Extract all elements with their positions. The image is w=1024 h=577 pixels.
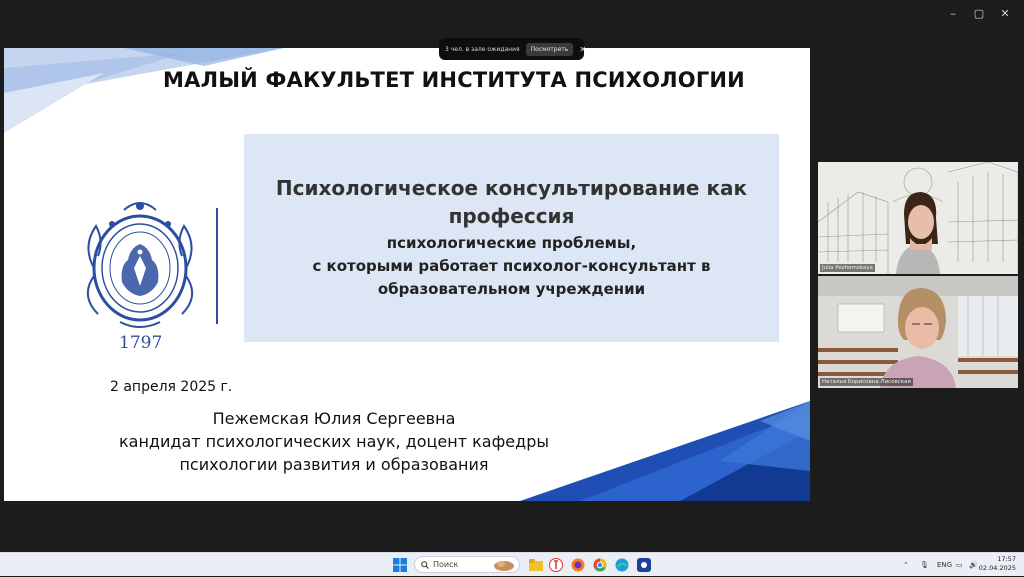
view-waiting-room-button[interactable]: Посмотреть: [525, 42, 574, 56]
author-block: Пежемская Юлия Сергеевна кандидат психол…: [104, 407, 564, 476]
chrome-icon[interactable]: [591, 556, 609, 574]
window-controls: – ▢ ✕: [942, 4, 1016, 22]
search-icon: [421, 560, 429, 569]
topic-title-line1: Психологическое консультирование как: [275, 176, 748, 200]
participant-1-name: Julia Pezhemskaya: [820, 264, 875, 272]
author-title-line1: кандидат психологических наук, доцент ка…: [119, 432, 549, 451]
edge-icon[interactable]: [613, 556, 631, 574]
author-title-line2: психологии развития и образования: [179, 455, 489, 474]
tray-expand-icon[interactable]: ⌃: [903, 553, 909, 577]
presentation-date: 2 апреля 2025 г.: [110, 379, 233, 395]
divider-line: [216, 208, 218, 324]
yandex-browser-icon[interactable]: [547, 556, 565, 574]
slide-title: МАЛЫЙ ФАКУЛЬТЕТ ИНСТИТУТА ПСИХОЛОГИИ: [163, 68, 745, 92]
clock-date: 02.04.2025: [978, 564, 1016, 572]
network-icon[interactable]: ▭: [956, 553, 963, 577]
participant-2-name: Наталья Борисовна Лисовская: [820, 378, 913, 386]
windows-taskbar: Поиск ⌃ 🎙 ENG ▭ 🔊 17:57 02.04.2025: [0, 552, 1024, 576]
topic-title-line2: профессия: [448, 204, 575, 228]
topic-box: Психологическое консультирование как про…: [244, 134, 779, 342]
minimize-button[interactable]: –: [942, 4, 964, 22]
app-icon[interactable]: [635, 556, 653, 574]
close-window-button[interactable]: ✕: [994, 4, 1016, 22]
topic-subtitle-line3: образовательном учреждении: [377, 280, 646, 298]
clock-time: 17:57: [997, 555, 1016, 563]
crest-year: 1797: [119, 333, 163, 353]
topic-subtitle-line1: психологические проблемы,: [386, 234, 637, 252]
language-indicator[interactable]: ENG: [937, 553, 952, 577]
participant-video-1[interactable]: Julia Pezhemskaya: [818, 162, 1018, 274]
waiting-room-text: 3 чел. в зале ожидания: [445, 45, 520, 53]
decorative-triangles-top: [4, 48, 284, 133]
topic-subtitle: психологические проблемы, с которыми раб…: [244, 232, 779, 301]
search-placeholder: Поиск: [433, 560, 459, 569]
meeting-window: – ▢ ✕ 3 чел. в зале ожидания Посмотреть …: [0, 0, 1024, 552]
topic-subtitle-line2: с которыми работает психолог-консультант…: [312, 257, 711, 275]
participant-video-2[interactable]: Наталья Борисовна Лисовская: [818, 276, 1018, 388]
volume-icon[interactable]: 🔊: [969, 553, 978, 577]
firefox-icon[interactable]: [569, 556, 587, 574]
windows-start-icon[interactable]: [391, 556, 409, 574]
maximize-button[interactable]: ▢: [968, 4, 990, 22]
file-explorer-icon[interactable]: [527, 556, 545, 574]
author-name: Пежемская Юлия Сергеевна: [212, 409, 456, 428]
shared-slide: МАЛЫЙ ФАКУЛЬТЕТ ИНСТИТУТА ПСИХОЛОГИИ 179…: [4, 48, 810, 501]
participant-1-image: [818, 162, 1018, 274]
university-crest-logo: [87, 202, 193, 328]
search-highlight-icon: [494, 560, 514, 571]
clock[interactable]: 17:57 02.04.2025: [979, 555, 1016, 573]
participant-2-image: [818, 276, 1018, 388]
waiting-room-notice: 3 чел. в зале ожидания Посмотреть ✕: [439, 38, 586, 60]
close-notice-button[interactable]: ✕: [579, 45, 586, 54]
topic-title: Психологическое консультирование как про…: [244, 174, 779, 230]
microphone-icon[interactable]: 🎙: [920, 553, 929, 577]
taskbar-search-box[interactable]: Поиск: [414, 556, 520, 573]
